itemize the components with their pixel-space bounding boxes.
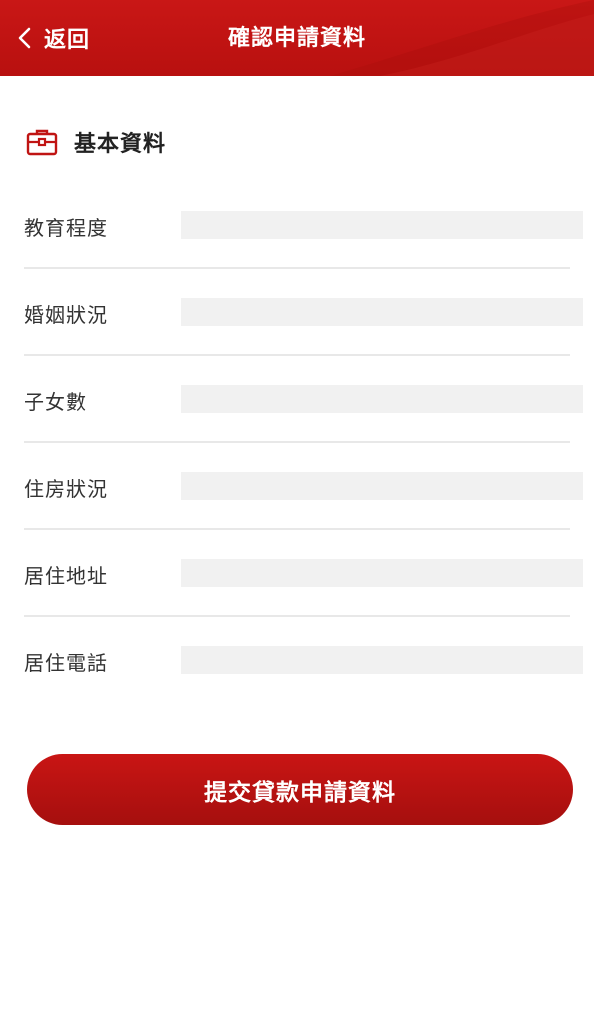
phone-field[interactable] bbox=[181, 646, 583, 674]
form-row-marital-status: 婚姻狀況 bbox=[0, 269, 594, 356]
address-label: 居住地址 bbox=[24, 564, 108, 588]
address-field[interactable] bbox=[181, 559, 583, 587]
form-row-phone: 居住電話 bbox=[0, 617, 594, 704]
education-field[interactable] bbox=[181, 211, 583, 239]
app-header: 返回 確認申請資料 bbox=[0, 0, 594, 76]
section-header: 基本資料 bbox=[26, 126, 166, 158]
children-label: 子女數 bbox=[24, 390, 87, 414]
housing-field[interactable] bbox=[181, 472, 583, 500]
phone-label: 居住電話 bbox=[24, 651, 108, 675]
basic-info-form: 教育程度 婚姻狀況 子女數 住房狀況 居住地址 居住電話 bbox=[0, 182, 594, 704]
page-title: 確認申請資料 bbox=[227, 26, 366, 51]
briefcase-icon bbox=[26, 129, 58, 156]
submit-button[interactable]: 提交貸款申請資料 bbox=[27, 754, 573, 825]
marital-status-field[interactable] bbox=[181, 298, 583, 326]
form-row-address: 居住地址 bbox=[0, 530, 594, 617]
form-row-education: 教育程度 bbox=[0, 182, 594, 269]
form-row-children: 子女數 bbox=[0, 356, 594, 443]
marital-status-label: 婚姻狀況 bbox=[24, 303, 108, 327]
housing-label: 住房狀況 bbox=[24, 477, 108, 501]
children-field[interactable] bbox=[181, 385, 583, 413]
education-label: 教育程度 bbox=[24, 216, 108, 240]
form-row-housing: 住房狀況 bbox=[0, 443, 594, 530]
section-title: 基本資料 bbox=[74, 132, 167, 157]
